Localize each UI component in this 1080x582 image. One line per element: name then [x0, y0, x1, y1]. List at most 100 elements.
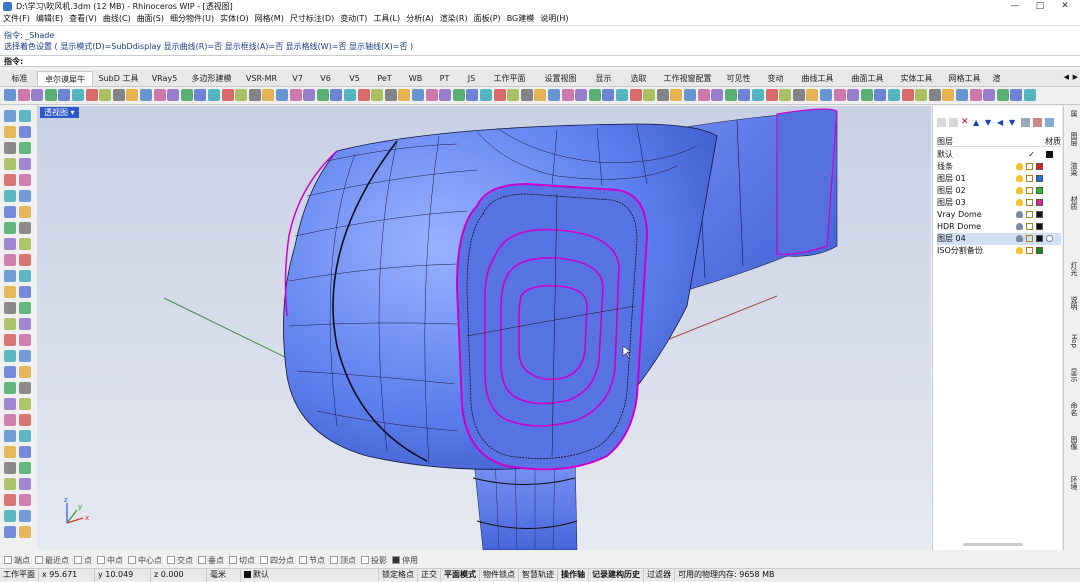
toolbar-command-icon[interactable] — [384, 89, 397, 101]
modeling-tool-icon[interactable] — [4, 110, 16, 122]
toolbar-command-icon[interactable] — [194, 89, 207, 101]
toolbar-command-icon[interactable] — [85, 89, 98, 101]
layer-help-icon[interactable] — [1045, 118, 1054, 127]
status-planar[interactable]: 平面模式 — [441, 568, 480, 582]
modeling-tool-icon[interactable] — [4, 478, 16, 490]
layer-color-swatch[interactable] — [1036, 163, 1043, 170]
layer-color-swatch[interactable] — [1036, 211, 1043, 218]
modeling-tool-icon[interactable] — [4, 254, 16, 266]
toolbar-command-icon[interactable] — [316, 89, 329, 101]
menu-render[interactable]: 渲染(R) — [440, 13, 468, 24]
side-tab-hop[interactable]: Hop — [1066, 334, 1078, 348]
osnap-mid[interactable]: 中点 — [97, 555, 123, 566]
modeling-tool-icon[interactable] — [4, 286, 16, 298]
toolbar-command-icon[interactable] — [820, 89, 832, 101]
toolbar-command-icon[interactable] — [126, 89, 139, 101]
modeling-tool-icon[interactable] — [19, 366, 31, 378]
layer-visible-bulb-icon[interactable] — [1016, 187, 1023, 194]
new-sublayer-icon[interactable] — [949, 118, 958, 127]
toolbar-command-icon[interactable] — [575, 89, 588, 101]
layer-visible-bulb-icon[interactable] — [1016, 199, 1023, 206]
filter-icon[interactable]: ▼ — [1009, 118, 1018, 127]
modeling-tool-icon[interactable] — [4, 158, 16, 170]
side-tab-layers[interactable]: 图层 — [1066, 132, 1078, 146]
toolbar-command-icon[interactable] — [956, 89, 968, 101]
modeling-tool-icon[interactable] — [19, 206, 31, 218]
osnap-vertex-checkbox[interactable] — [330, 556, 338, 564]
toolbar-command-icon[interactable] — [330, 89, 343, 101]
tab-pet[interactable]: PeT — [369, 71, 401, 86]
layer-row[interactable]: 图层 01 — [937, 173, 1061, 185]
layer-color-swatch[interactable] — [1036, 199, 1043, 206]
osnap-quad-checkbox[interactable] — [260, 556, 268, 564]
toolbar-command-icon[interactable] — [371, 89, 384, 101]
modeling-tool-icon[interactable] — [4, 414, 16, 426]
toolbar-command-icon[interactable] — [847, 89, 860, 101]
modeling-tool-icon[interactable] — [4, 494, 16, 506]
tab-poly-modeling[interactable]: 多边形建模 — [185, 71, 239, 86]
status-smarttrack[interactable]: 智慧轨迹 — [519, 568, 558, 582]
tab-vray5[interactable]: VRay5 — [145, 71, 185, 86]
layer-row[interactable]: HDR Dome — [937, 221, 1061, 233]
osnap-end-checkbox[interactable] — [4, 556, 12, 564]
tabs-scroll-left-icon[interactable]: ◀ — [1064, 73, 1069, 81]
tab-viewport-layout[interactable]: 工作视窗配置 — [657, 71, 719, 86]
toolbar-command-icon[interactable] — [344, 89, 356, 101]
modeling-tool-icon[interactable] — [4, 462, 16, 474]
osnap-project[interactable]: 投影 — [361, 555, 387, 566]
layer-row[interactable]: 图层 02 — [937, 185, 1061, 197]
osnap-near-checkbox[interactable] — [35, 556, 43, 564]
toolbar-command-icon[interactable] — [4, 89, 16, 101]
toolbar-command-icon[interactable] — [874, 89, 887, 101]
status-history[interactable]: 记录建构历史 — [589, 568, 644, 582]
tab-v6[interactable]: V6 — [311, 71, 341, 86]
layer-tools-icon[interactable] — [1021, 118, 1030, 127]
modeling-tool-icon[interactable] — [4, 206, 16, 218]
menu-transform[interactable]: 变动(T) — [340, 13, 367, 24]
toolbar-command-icon[interactable] — [534, 89, 547, 101]
osnap-project-checkbox[interactable] — [361, 556, 369, 564]
modeling-tool-icon[interactable] — [19, 334, 31, 346]
toolbar-command-icon[interactable] — [17, 89, 30, 101]
tab-select[interactable]: 选取 — [621, 71, 657, 86]
layer-lock-icon[interactable] — [1026, 223, 1033, 230]
modeling-tool-icon[interactable] — [19, 302, 31, 314]
tab-set-view[interactable]: 设置视图 — [535, 71, 587, 86]
toolbar-command-icon[interactable] — [697, 89, 710, 101]
toolbar-command-icon[interactable] — [235, 89, 248, 101]
toolbar-command-icon[interactable] — [616, 89, 628, 101]
nozzle-end-surface[interactable] — [776, 108, 838, 255]
tab-curve-tools[interactable]: 曲线工具 — [793, 71, 843, 86]
layer-visible-bulb-icon[interactable] — [1016, 247, 1023, 254]
modeling-tool-icon[interactable] — [4, 174, 16, 186]
modeling-tool-icon[interactable] — [19, 222, 31, 234]
toolbar-command-icon[interactable] — [656, 89, 669, 101]
tab-cplane[interactable]: 工作平面 — [485, 71, 535, 86]
osnap-mid-checkbox[interactable] — [97, 556, 105, 564]
toolbar-command-icon[interactable] — [112, 89, 125, 101]
tab-display[interactable]: 显示 — [587, 71, 621, 86]
toolbar-command-icon[interactable] — [561, 89, 574, 101]
toolbar-command-icon[interactable] — [643, 89, 656, 101]
osnap-knot[interactable]: 节点 — [299, 555, 325, 566]
menu-mesh[interactable]: 网格(M) — [255, 13, 284, 24]
modeling-tool-icon[interactable] — [19, 462, 31, 474]
toolbar-command-icon[interactable] — [58, 89, 71, 101]
modeling-tool-icon[interactable] — [19, 238, 31, 250]
move-up-icon[interactable]: ▲ — [973, 118, 982, 127]
status-layer[interactable]: 默认 — [241, 568, 379, 582]
toolbar-command-icon[interactable] — [602, 89, 615, 101]
perspective-viewport[interactable]: z x y — [37, 106, 931, 550]
toolbar-command-icon[interactable] — [167, 89, 180, 101]
modeling-tool-icon[interactable] — [19, 510, 31, 522]
toolbar-command-icon[interactable] — [248, 89, 261, 101]
toolbar-command-icon[interactable] — [276, 89, 288, 101]
model-canvas[interactable]: z x y — [37, 106, 931, 550]
modeling-tool-icon[interactable] — [19, 158, 31, 170]
toolbar-command-icon[interactable] — [140, 89, 152, 101]
toolbar-command-icon[interactable] — [153, 89, 166, 101]
side-tab-named[interactable]: 命名 — [1066, 402, 1078, 416]
modeling-tool-icon[interactable] — [4, 350, 16, 362]
current-layer-check-icon[interactable]: ✓ — [1028, 149, 1035, 161]
modeling-tool-icon[interactable] — [19, 382, 31, 394]
